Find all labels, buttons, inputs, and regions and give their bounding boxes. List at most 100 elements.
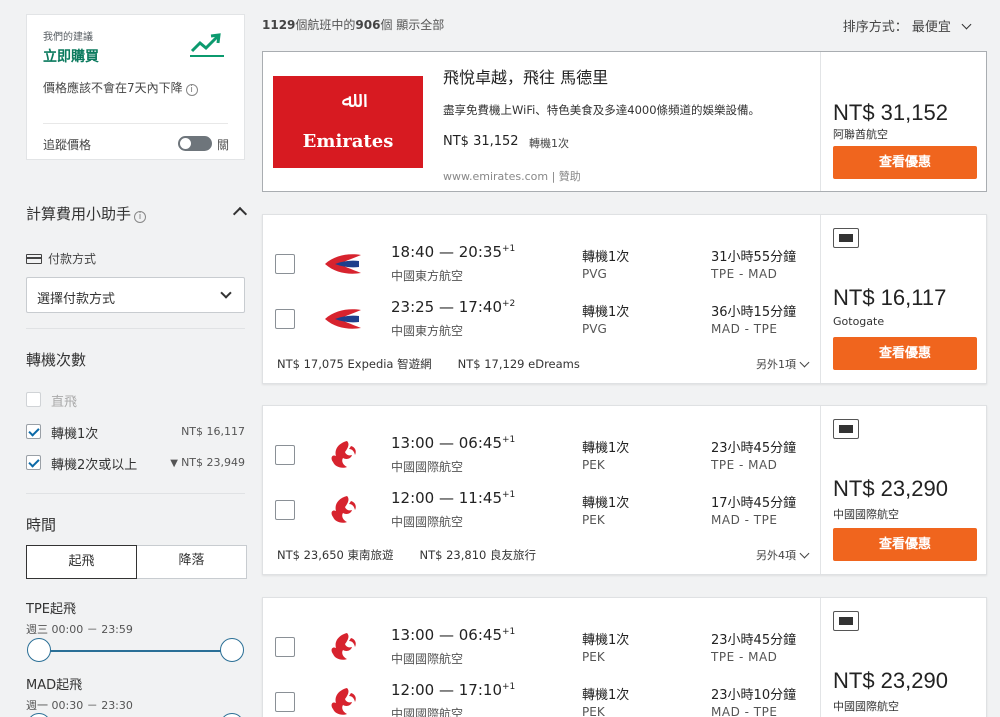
compare-checkbox[interactable] xyxy=(275,500,295,520)
more-options-toggle[interactable]: 另外1項 xyxy=(756,356,810,372)
best-price: NT$ 16,117 xyxy=(833,285,947,310)
compare-checkbox[interactable] xyxy=(275,692,295,712)
flight-leg: 12:00 — 11:45+1 中國國際航空 轉機1次 PEK 17小時45分鐘… xyxy=(263,485,820,535)
slider-handle-start[interactable] xyxy=(27,638,51,662)
stops-option-label: 轉機2次或以上 xyxy=(51,458,138,473)
payment-card-icon xyxy=(833,228,859,248)
air-china-phoenix-icon xyxy=(331,688,356,715)
stops-option-direct[interactable]: 直飛 xyxy=(26,391,245,411)
track-price-toggle[interactable] xyxy=(178,136,212,151)
airline-name: 中國東方航空 xyxy=(391,324,464,338)
airline-name: 中國東方航空 xyxy=(391,269,464,283)
stops-option-one[interactable]: 轉機1次 NT$ 16,117 xyxy=(26,423,245,443)
stops-count: 轉機1次 xyxy=(582,688,630,703)
stops-count: 轉機1次 xyxy=(582,441,630,456)
trend-up-icon xyxy=(190,33,224,57)
chevron-down-icon xyxy=(799,548,810,559)
checkbox[interactable] xyxy=(26,455,41,470)
layover-airport: PEK xyxy=(582,458,605,472)
divider xyxy=(26,493,245,494)
flight-leg: 13:00 — 06:45+1 中國國際航空 轉機1次 PEK 23小時45分鐘… xyxy=(263,622,820,672)
stops-option-label: 轉機1次 xyxy=(51,427,99,442)
sort-dropdown[interactable]: 排序方式： 最便宜 xyxy=(842,16,972,35)
china-eastern-logo-icon xyxy=(325,254,361,274)
compare-checkbox[interactable] xyxy=(275,637,295,657)
ad-stops: 轉機1次 xyxy=(529,137,569,150)
chevron-down-icon xyxy=(220,287,232,299)
sort-label: 排序方式： xyxy=(842,20,908,35)
view-deal-button[interactable]: 查看優惠 xyxy=(833,528,977,561)
flight-result-card[interactable]: 13:00 — 06:45+1 中國國際航空 轉機1次 PEK 23小時45分鐘… xyxy=(262,597,987,717)
flight-leg: 13:00 — 06:45+1 中國國際航空 轉機1次 PEK 23小時45分鐘… xyxy=(263,430,820,480)
duration: 23小時10分鐘 xyxy=(711,688,797,703)
price-panel: NT$ 23,290 中國國際航空 xyxy=(820,598,987,717)
slider-handle-start[interactable] xyxy=(27,713,51,717)
tab-land[interactable]: 降落 xyxy=(136,545,247,579)
ad-title[interactable]: 飛悅卓越，飛往 馬德里 xyxy=(443,64,608,88)
stops-count: 轉機1次 xyxy=(582,496,630,511)
slider-handle-end[interactable] xyxy=(220,713,244,717)
credit-card-icon xyxy=(26,254,42,264)
emirates-arabic-mark: ﷲ xyxy=(341,88,355,113)
payment-method-select[interactable]: 選擇付款方式 xyxy=(26,277,245,313)
route: MAD - TPE xyxy=(711,513,778,527)
layover-airport: PVG xyxy=(582,267,607,281)
duration: 17小時45分鐘 xyxy=(711,496,797,511)
ad-url[interactable]: www.emirates.com | 贊助 xyxy=(443,168,581,184)
other-price-link[interactable]: NT$ 17,075 Expedia 智遊網 xyxy=(277,357,432,371)
chevron-up-icon[interactable] xyxy=(232,206,248,222)
fee-helper-header[interactable]: 計算費用小助手 i xyxy=(26,203,248,224)
duration: 23小時45分鐘 xyxy=(711,633,797,648)
layover-airport: PEK xyxy=(582,650,605,664)
more-options-toggle[interactable]: 另外4項 xyxy=(756,547,810,563)
advice-label: 我們的建議 xyxy=(43,32,93,43)
payment-card-icon xyxy=(833,419,859,439)
air-china-phoenix-icon xyxy=(331,496,356,523)
info-icon[interactable]: i xyxy=(185,84,198,96)
compare-checkbox[interactable] xyxy=(275,445,295,465)
route: TPE - MAD xyxy=(711,458,778,472)
sort-value: 最便宜 xyxy=(911,20,951,35)
route: MAD - TPE xyxy=(711,322,778,336)
checkbox[interactable] xyxy=(26,424,41,439)
route: TPE - MAD xyxy=(711,267,778,281)
duration: 36小時15分鐘 xyxy=(711,305,797,320)
flight-times: 12:00 — 11:45+1 xyxy=(391,489,516,507)
compare-checkbox[interactable] xyxy=(275,254,295,274)
flight-result-card[interactable]: 18:40 — 20:35+1 中國東方航空 轉機1次 PVG 31小時55分鐘… xyxy=(262,214,987,384)
divider xyxy=(26,328,245,329)
ad-price-big: NT$ 31,152 xyxy=(833,100,948,125)
other-price-link[interactable]: NT$ 17,129 eDreams xyxy=(458,357,580,371)
tab-depart[interactable]: 起飛 xyxy=(26,545,137,579)
other-price-link[interactable]: NT$ 23,810 良友旅行 xyxy=(420,548,537,562)
best-price: NT$ 23,290 xyxy=(833,476,948,501)
slider-handle-end[interactable] xyxy=(220,638,244,662)
flight-times: 13:00 — 06:45+1 xyxy=(391,434,516,452)
view-deal-button[interactable]: 查看優惠 xyxy=(833,146,977,179)
best-price: NT$ 23,290 xyxy=(833,668,948,693)
toggle-state-label: 關 xyxy=(217,138,230,152)
info-icon[interactable]: i xyxy=(134,211,147,223)
flight-times: 18:40 — 20:35+1 xyxy=(391,243,516,261)
ad-provider: 阿聯酋航空 xyxy=(833,128,888,141)
checkbox[interactable] xyxy=(26,392,41,407)
stops-option-two-plus[interactable]: 轉機2次或以上 ▼ NT$ 23,949 xyxy=(26,454,245,474)
airline-name: 中國國際航空 xyxy=(391,460,464,474)
tpe-depart-range: 週三 00:00 － 23:59 xyxy=(26,623,133,636)
results-count: 1129個航班中的906個 顯示全部 xyxy=(262,18,445,32)
compare-checkbox[interactable] xyxy=(275,309,295,329)
sponsored-ad-card[interactable]: ﷲ Emirates 飛悅卓越，飛往 馬德里 盡享免費機上WiFi、特色美食及多… xyxy=(262,51,987,192)
china-eastern-logo-icon xyxy=(325,309,361,329)
tpe-depart-slider-track[interactable] xyxy=(38,650,232,652)
price-panel: NT$ 16,117 Gotogate 查看優惠 xyxy=(820,215,987,383)
ad-price: NT$ 31,152 xyxy=(443,134,519,149)
flight-result-card[interactable]: 13:00 — 06:45+1 中國國際航空 轉機1次 PEK 23小時45分鐘… xyxy=(262,405,987,575)
chevron-down-icon xyxy=(799,357,810,368)
other-price-link[interactable]: NT$ 23,650 東南旅遊 xyxy=(277,548,394,562)
stops-count: 轉機1次 xyxy=(582,250,630,265)
air-china-phoenix-icon xyxy=(331,441,356,468)
other-provider-prices: NT$ 23,650 東南旅遊 NT$ 23,810 良友旅行 xyxy=(277,547,562,563)
view-deal-button[interactable]: 查看優惠 xyxy=(833,337,977,370)
show-all-link[interactable]: 個 顯示全部 xyxy=(380,18,444,32)
duration: 23小時45分鐘 xyxy=(711,441,797,456)
